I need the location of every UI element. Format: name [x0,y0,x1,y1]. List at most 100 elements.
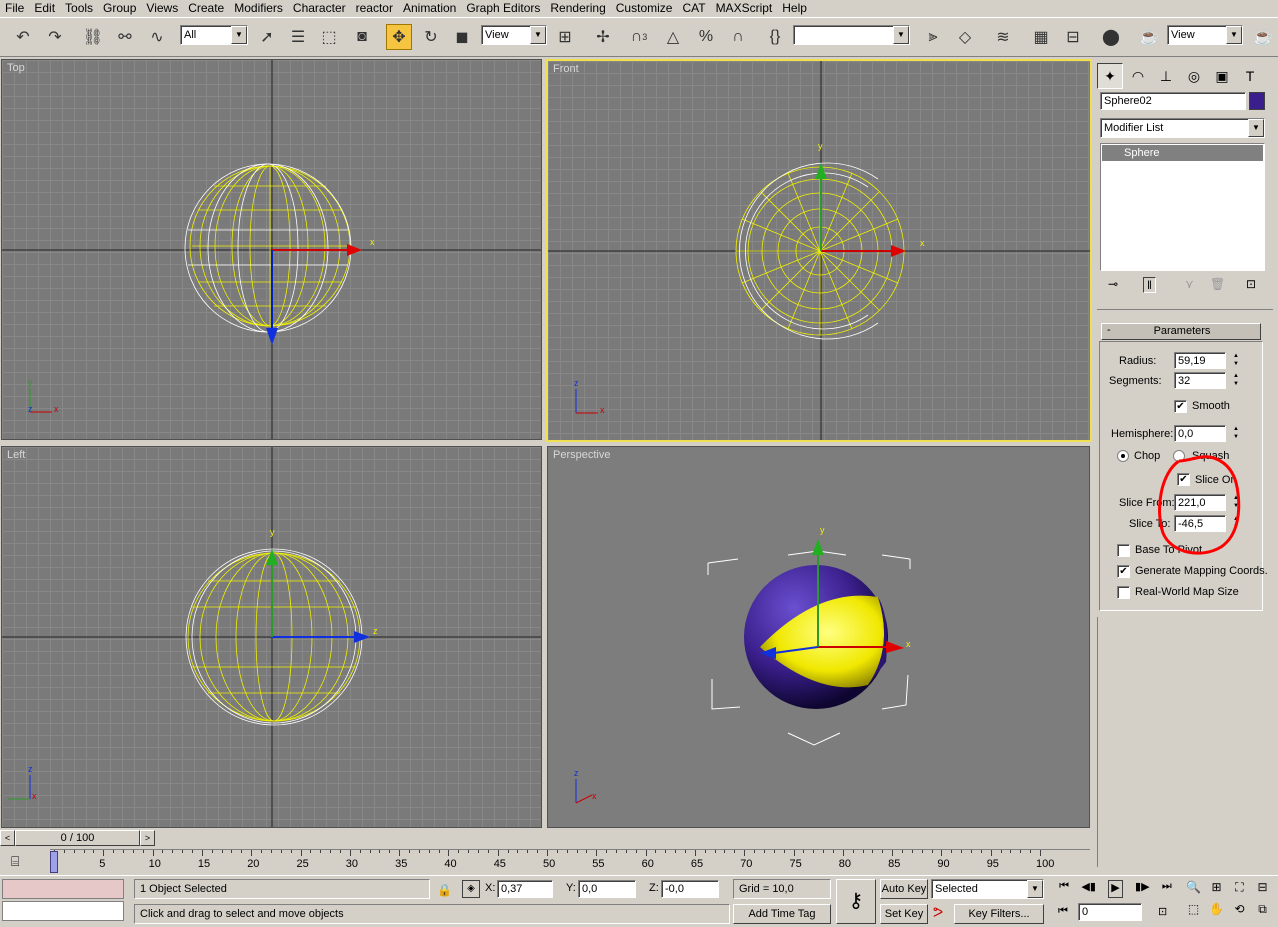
select-object-icon[interactable]: ➚ [254,24,280,50]
previous-frame-icon[interactable]: ◀▮ [1081,880,1096,898]
menu-item-character[interactable]: Character [288,0,351,17]
menu-item-reactor[interactable]: reactor [351,0,398,17]
real-world-map-checkbox[interactable] [1117,586,1130,599]
layer-manager-icon[interactable]: ≋ [990,24,1016,50]
parameters-rollout-header[interactable]: - Parameters [1101,323,1261,340]
snaps-toggle-icon[interactable]: ∩ 3 [626,24,652,50]
menu-item-file[interactable]: File [0,0,29,17]
go-to-start-icon[interactable]: ⏮ [1059,880,1069,898]
utilities-tab-icon[interactable]: T [1237,63,1263,89]
manipulate-icon[interactable]: ✢ [590,24,616,50]
modify-tab-icon[interactable]: ◠ [1125,63,1151,89]
angle-snap-icon[interactable]: △ [660,24,686,50]
named-selection-dropdown[interactable]: ▼ [793,25,910,45]
menu-item-rendering[interactable]: Rendering [545,0,610,17]
current-frame-field[interactable]: 0 [1078,903,1142,921]
menu-item-maxscript[interactable]: MAXScript [711,0,778,17]
quick-render-icon[interactable]: ☕ [1250,24,1276,50]
hemisphere-spinner-icon[interactable]: ▲ ▼ [1231,425,1241,442]
zoom-all-icon[interactable]: ⊞ [1205,880,1228,902]
viewport-perspective[interactable]: Perspective x y z x [547,446,1090,828]
hemisphere-field[interactable]: 0,0 [1174,425,1226,442]
schematic-view-icon[interactable]: ⊟ [1060,24,1086,50]
next-frame-icon[interactable]: ▮▶ [1135,880,1150,898]
mirror-icon[interactable]: ⫸ [920,24,946,50]
default-tangent-icon[interactable]: ᕗ [933,904,943,921]
zoom-icon[interactable]: 🔍 [1182,880,1205,902]
play-icon[interactable]: ▶ [1108,880,1123,898]
undo-icon[interactable]: ↶ [10,24,36,50]
unlink-icon[interactable]: ⚯ [112,24,138,50]
object-color-swatch[interactable] [1249,92,1265,110]
zoom-extents-icon[interactable]: ⛶ [1228,880,1251,902]
modifier-list-dropdown[interactable]: Modifier List ▼ [1100,118,1265,138]
configure-modifier-sets-icon[interactable]: ⊡ [1246,277,1256,291]
zoom-extents-all-icon[interactable]: ⊟ [1251,880,1274,902]
menu-item-modifiers[interactable]: Modifiers [229,0,288,17]
mini-curve-editor-icon[interactable]: ⌸ [11,853,19,870]
percent-snap-icon[interactable]: % [693,24,719,50]
set-key-button[interactable]: Set Key [880,904,928,924]
selection-filter-dropdown[interactable]: All ▼ [180,25,248,45]
menu-item-animation[interactable]: Animation [398,0,461,17]
edit-named-selections-icon[interactable]: {} [762,24,788,50]
radius-spinner-icon[interactable]: ▲ ▼ [1231,352,1241,369]
create-tab-icon[interactable]: ✦ [1097,63,1123,89]
track-bar[interactable]: ⌸ 05101520253035404550556065707580859095… [0,847,1093,875]
menu-item-customize[interactable]: Customize [611,0,678,17]
base-to-pivot-checkbox[interactable] [1117,544,1130,557]
maxscript-mini-input[interactable] [2,901,124,921]
select-and-scale-icon[interactable]: ◼ [449,24,475,50]
key-mode-dropdown[interactable]: Selected ▼ [931,879,1044,899]
menu-item-graph-editors[interactable]: Graph Editors [461,0,545,17]
object-name-field[interactable]: Sphere02 [1100,92,1246,110]
show-end-result-icon[interactable]: ‖ [1143,277,1156,293]
motion-tab-icon[interactable]: ◎ [1181,63,1207,89]
smooth-checkbox[interactable]: ✔ [1174,400,1187,413]
region-zoom-icon[interactable]: ⬚ [1182,902,1205,924]
set-key-mode-icon[interactable]: ⚷ [836,879,876,924]
select-and-link-icon[interactable]: ⛓ [80,24,106,50]
rectangular-selection-icon[interactable]: ⬚ [316,24,342,50]
time-configuration-icon[interactable]: ⊡ [1158,905,1167,918]
viewport-front[interactable]: Front x y z x [546,59,1092,442]
menu-item-group[interactable]: Group [98,0,141,17]
go-to-end-icon[interactable]: ⏭ [1162,880,1172,898]
bind-space-warp-icon[interactable]: ∿ [144,24,170,50]
x-coord-field[interactable]: 0,37 [497,880,553,898]
time-next-icon[interactable]: > [140,830,155,846]
viewport-top[interactable]: Top x y z x [1,59,542,440]
render-scene-icon[interactable]: ☕ [1136,24,1162,50]
window-crossing-icon[interactable]: ◙ [349,24,375,50]
menu-item-cat[interactable]: CAT [677,0,710,17]
key-filters-button[interactable]: Key Filters... [954,904,1044,924]
y-coord-field[interactable]: 0,0 [578,880,636,898]
hierarchy-tab-icon[interactable]: ⊥ [1153,63,1179,89]
pivot-center-icon[interactable]: ⊞ [552,24,578,50]
generate-mapping-checkbox[interactable]: ✔ [1117,565,1130,578]
redo-icon[interactable]: ↷ [42,24,68,50]
render-type-dropdown[interactable]: View ▼ [1167,25,1243,45]
pan-icon[interactable]: ✋ [1205,902,1228,924]
add-time-tag-button[interactable]: Add Time Tag [733,904,831,924]
reference-coordinate-dropdown[interactable]: View ▼ [481,25,547,45]
spinner-snap-icon[interactable]: ∩ [725,24,751,50]
display-tab-icon[interactable]: ▣ [1209,63,1235,89]
time-prev-icon[interactable]: < [0,830,15,846]
menu-item-tools[interactable]: Tools [60,0,98,17]
time-slider-thumb[interactable]: 0 / 100 [15,830,140,846]
select-and-rotate-icon[interactable]: ↻ [418,24,444,50]
auto-key-button[interactable]: Auto Key [880,879,928,899]
select-by-name-icon[interactable]: ☰ [285,24,311,50]
maximize-viewport-icon[interactable]: ⧉ [1251,902,1274,924]
current-frame-marker[interactable] [50,851,58,873]
lock-selection-icon[interactable]: 🔒 [437,883,452,897]
menu-item-views[interactable]: Views [141,0,183,17]
align-icon[interactable]: ◇ [952,24,978,50]
select-and-move-icon[interactable]: ✥ [386,24,412,50]
menu-item-edit[interactable]: Edit [29,0,60,17]
segments-spinner-icon[interactable]: ▲ ▼ [1231,372,1241,389]
maxscript-listener[interactable] [2,879,124,899]
material-editor-icon[interactable]: ⬤ [1098,24,1124,50]
arc-rotate-icon[interactable]: ⟲ [1228,902,1251,924]
